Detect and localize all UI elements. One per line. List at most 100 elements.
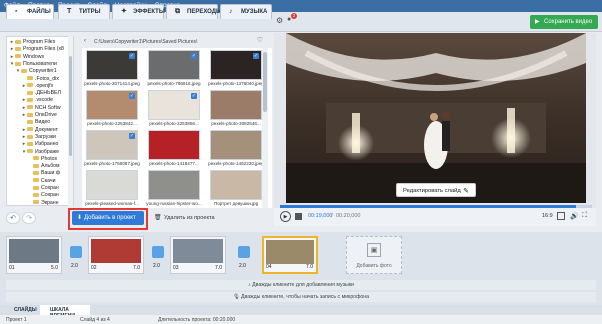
folder-icon <box>27 105 33 110</box>
transition-duration: 2.0 <box>71 263 78 269</box>
remove-from-project-button[interactable]: 🗑 Удалить из проекта <box>152 212 218 224</box>
file-thumbnail-label: pexels-photo-2071414.jpeg <box>84 81 140 86</box>
file-thumbnail-label: pexels-photo-1376040.jpeg <box>208 81 264 86</box>
add-photo-placeholder[interactable]: ▣ Добавить фото <box>346 236 402 274</box>
file-thumbnail-label: pexels-photo-1462230.jpeg <box>208 161 264 166</box>
folder-icon <box>15 46 21 51</box>
edit-slide-button[interactable]: Редактировать слайд ✎ <box>396 183 476 197</box>
tree-item-label: .ДЕНЬВЕЛ <box>35 90 61 97</box>
file-thumbnail[interactable] <box>210 130 262 160</box>
tree-item-label: Изображе <box>35 148 60 155</box>
tab-titles[interactable]: T ТИТРЫ <box>58 4 110 19</box>
fullscreen-icon[interactable]: ⛶ <box>582 212 587 220</box>
tab-files-label: ФАЙЛЫ <box>27 9 51 15</box>
folder-icon <box>33 192 39 197</box>
status-duration: Длительность проекта: 00:20.000 <box>158 317 236 323</box>
tree-item-label: .vscode <box>35 97 53 104</box>
transition-icon[interactable] <box>152 246 164 258</box>
play-icon[interactable]: ▶ <box>280 211 291 222</box>
checkmark-icon: ✓ <box>129 133 135 139</box>
trash-icon: 🗑 <box>154 215 162 221</box>
file-thumbnail[interactable]: ✓ <box>86 50 138 80</box>
file-thumbnail[interactable]: ✓ <box>210 50 262 80</box>
tree-item-label: Альбом <box>41 163 60 170</box>
slide-number: 02 <box>91 265 97 271</box>
timeline-slide[interactable]: 04 7.0 <box>262 236 318 274</box>
file-thumbnail[interactable] <box>148 170 200 200</box>
add-photo-label: Добавить фото <box>356 263 392 269</box>
tab-transitions[interactable]: ⧉ ПЕРЕХОДЫ <box>166 4 222 19</box>
file-thumbnail-label: pexels-photo-2253856... <box>149 121 199 126</box>
tab-files[interactable]: ▪ ФАЙЛЫ <box>6 4 54 19</box>
file-thumbnail-label: young-russian-hipster-wo... <box>146 201 202 206</box>
heart-icon[interactable]: ♡ <box>257 36 263 44</box>
save-video-button[interactable]: ▶ Сохранить видео <box>530 15 598 29</box>
redo-button[interactable]: ↷ <box>22 212 36 224</box>
back-arrow-icon[interactable]: ‹ <box>84 38 86 44</box>
file-thumbnail[interactable]: ✓ <box>86 130 138 160</box>
checkmark-icon: ✓ <box>191 53 197 59</box>
tab-effects-label: ЭФФЕКТЫ <box>133 9 165 15</box>
file-thumbnail[interactable]: ✓ <box>148 90 200 120</box>
file-thumbnail[interactable] <box>210 170 262 200</box>
save-video-label: Сохранить видео <box>544 19 593 25</box>
slide-duration: 5.0 <box>51 265 58 271</box>
status-project: Проект 1 <box>6 317 27 323</box>
tree-item-label: OneDrive <box>35 112 57 118</box>
folder-icon <box>27 76 33 81</box>
transition-icon[interactable] <box>70 246 82 258</box>
tree-item-label: Copywriter1 <box>29 68 57 75</box>
slide-duration: 7.0 <box>306 264 313 270</box>
timeline-slide[interactable]: 01 5.0 <box>6 236 62 274</box>
transition-icon[interactable] <box>238 246 250 258</box>
grid-scrollbar[interactable] <box>262 48 268 208</box>
mic-track[interactable]: 🎙 Дважды кликните, чтобы начать запись с… <box>6 292 596 302</box>
folder-icon <box>27 119 33 124</box>
tab-music[interactable]: ♪ МУЗЫКА <box>220 4 272 19</box>
folder-icon <box>27 90 33 95</box>
slide-image <box>91 239 141 263</box>
mic-icon: 🎙 <box>233 294 242 300</box>
player-controls: ▶ 00:19,000 / 00:20,000 16:9 🔊 ⛶ <box>274 208 596 226</box>
music-track[interactable]: ♪ Дважды кликните для добавления музыки <box>6 280 596 290</box>
music-track-label: Дважды кликните для добавления музыки <box>252 282 354 288</box>
tab-effects[interactable]: ✦ ЭФФЕКТЫ <box>112 4 165 19</box>
tab-timeline[interactable]: ШКАЛА ВРЕМЕНИ <box>40 305 90 319</box>
path-bar: ‹ C:\Users\Copywriter1\Pictures\Saved Pi… <box>84 36 269 46</box>
file-thumbnail[interactable]: ✓ <box>86 90 138 120</box>
checkmark-icon: ✓ <box>129 53 135 59</box>
file-thumbnail[interactable] <box>86 170 138 200</box>
tab-slides[interactable]: СЛАЙДЫ <box>4 305 40 315</box>
checkmark-icon: ✓ <box>129 93 135 99</box>
tree-item[interactable]: Экранн <box>27 200 59 205</box>
folder-icon <box>33 200 39 205</box>
folder-icon <box>27 149 33 154</box>
gear-icon[interactable]: ⚙ <box>276 16 283 25</box>
stop-icon[interactable] <box>295 213 302 220</box>
timeline-slide[interactable]: 02 7.0 <box>88 236 144 274</box>
file-thumbnail-label: pexels-photo-2253842... <box>87 121 137 126</box>
text-icon: T <box>67 8 72 15</box>
undo-button[interactable]: ↶ <box>6 212 20 224</box>
aspect-ratio[interactable]: 16:9 <box>542 213 553 219</box>
add-to-project-button[interactable]: ⬇ Добавить в проект <box>72 211 144 225</box>
fit-icon[interactable] <box>557 212 565 220</box>
folder-icon <box>27 141 33 146</box>
timeline-slide[interactable]: 03 7.0 <box>170 236 226 274</box>
film-icon: ▶ <box>535 19 540 25</box>
tree-scrollbar[interactable] <box>68 36 73 206</box>
file-thumbnail[interactable]: ✓ <box>148 50 200 80</box>
file-thumbnail[interactable] <box>210 90 262 120</box>
tree-item-label: Program Files (x8 <box>23 46 64 53</box>
slide-image <box>9 239 59 263</box>
notification-badge: 2 <box>291 13 297 19</box>
tree-item-label: Program Files <box>23 39 56 45</box>
speaker-icon[interactable]: 🔊 <box>570 212 579 220</box>
tree-item-label: Избранно <box>35 141 59 148</box>
preview-image <box>286 33 586 203</box>
file-thumbnail-label: pexels-photo-1418477... <box>149 161 199 166</box>
file-thumbnail-label: pexels-photo-3082546... <box>211 121 261 126</box>
path-text: C:\Users\Copywriter1\Pictures\Saved Pict… <box>94 39 198 45</box>
folder-icon <box>33 178 39 183</box>
file-thumbnail[interactable] <box>148 130 200 160</box>
